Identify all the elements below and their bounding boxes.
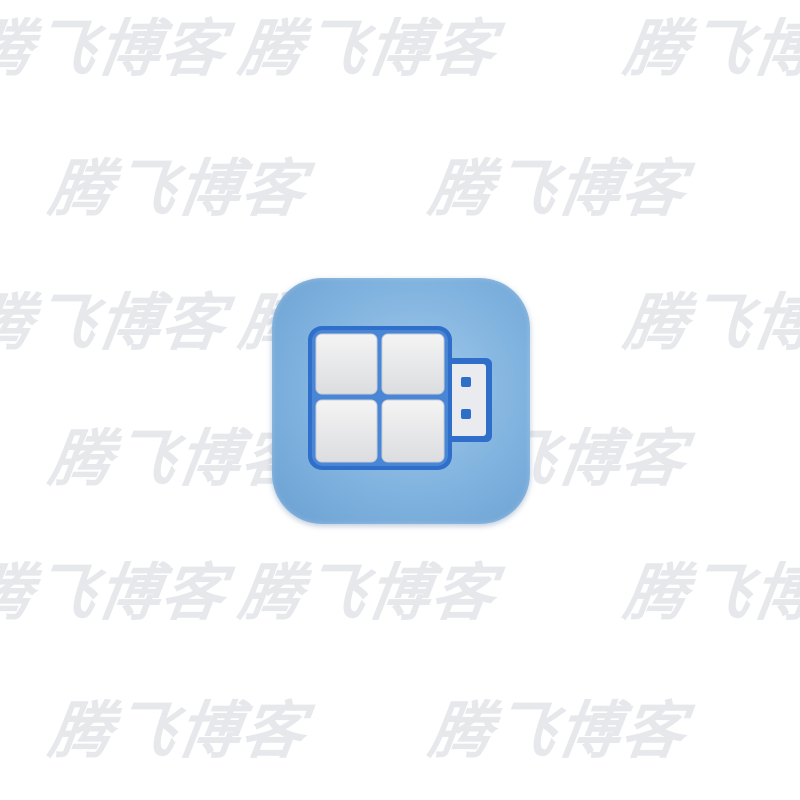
page: 腾飞博客 腾飞博客 腾飞博客 腾飞博客 腾飞博客 腾飞博客 腾飞博客 腾飞博客 …	[0, 0, 800, 800]
watermark-text: 腾飞博客	[0, 556, 232, 629]
watermark-text: 腾飞博客	[619, 556, 800, 629]
tile-top-right	[381, 333, 445, 395]
watermark-text: 腾飞博客	[0, 12, 232, 85]
watermark-text: 腾飞博客	[44, 694, 312, 767]
tile-bottom-right	[381, 399, 445, 463]
watermark-text: 腾飞博客	[619, 12, 800, 85]
watermark-text: 腾飞博客	[619, 286, 800, 359]
tile-top-left	[315, 333, 378, 395]
tile-bottom-left	[315, 399, 378, 463]
watermark-text: 腾飞博客	[234, 556, 502, 629]
windows-logo-block	[308, 326, 452, 470]
watermark-text: 腾飞博客	[44, 152, 312, 225]
watermark-text: 腾飞博客	[424, 152, 692, 225]
watermark-text: 腾飞博客	[424, 694, 692, 767]
watermark-text: 腾飞博客	[0, 286, 232, 359]
windows-usb-icon-graphic	[308, 326, 492, 470]
watermark-text: 腾飞博客	[44, 422, 312, 495]
windows-usb-icon	[272, 278, 530, 524]
watermark-text: 腾飞博客	[234, 12, 502, 85]
